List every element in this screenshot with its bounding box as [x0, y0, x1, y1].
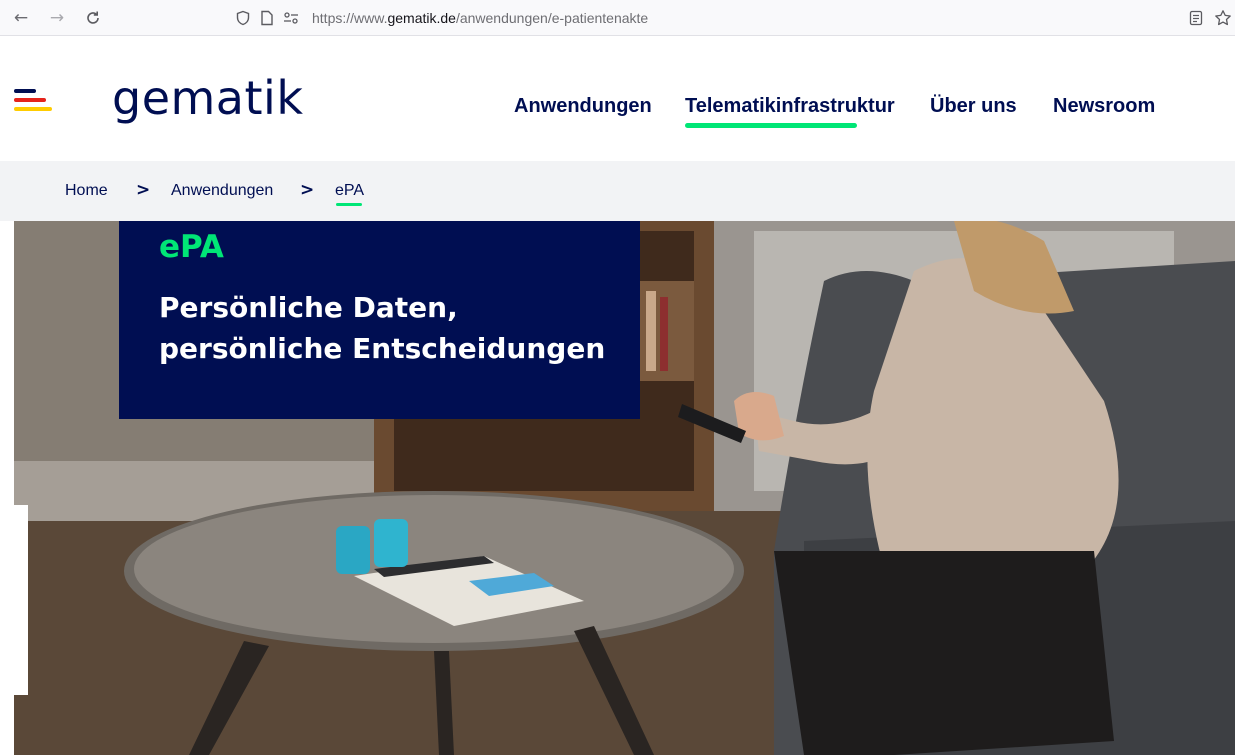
page-title-line-1: Persönliche Daten,: [159, 291, 458, 324]
nav-item-telematikinfrastruktur[interactable]: Telematikinfrastruktur: [685, 95, 895, 118]
breadcrumb-anwendungen[interactable]: Anwendungen: [171, 182, 273, 200]
nav-active-indicator: [685, 123, 857, 128]
chevron-right-icon: >: [136, 180, 151, 200]
breadcrumb: Home > Anwendungen > ePA: [0, 161, 1235, 221]
page-icon[interactable]: [256, 7, 278, 29]
reload-icon[interactable]: [80, 5, 106, 31]
url-domain: gematik.de: [387, 10, 456, 26]
nav-item-anwendungen[interactable]: Anwendungen: [514, 95, 652, 118]
nav-item-newsroom[interactable]: Newsroom: [1053, 95, 1155, 118]
breadcrumb-current: ePA: [335, 182, 365, 199]
breadcrumb-active-indicator: [336, 203, 362, 206]
address-bar[interactable]: https://www.gematik.de/anwendungen/e-pat…: [232, 3, 1232, 33]
hero-title-box: ePA Persönliche Daten, persönliche Entsc…: [119, 221, 640, 419]
bookmark-star-icon[interactable]: [1210, 5, 1235, 31]
reader-view-icon[interactable]: [1183, 5, 1209, 31]
hero-kicker: ePA: [159, 229, 224, 265]
site-header: gematik Anwendungen Telematikinfrastrukt…: [0, 37, 1235, 161]
permissions-icon[interactable]: [280, 7, 302, 29]
forward-arrow-icon[interactable]: →: [44, 5, 70, 31]
browser-toolbar: ← → https://www.gematik.de/anwendungen/e…: [0, 0, 1235, 36]
chevron-right-icon: >: [300, 180, 315, 200]
page-title: Persönliche Daten, persönliche Entscheid…: [159, 287, 629, 369]
nav-item-ueber-uns[interactable]: Über uns: [930, 95, 1017, 118]
breadcrumb-home[interactable]: Home: [65, 182, 108, 200]
back-arrow-icon[interactable]: ←: [8, 5, 34, 31]
main-navigation: Anwendungen Telematikinfrastruktur Über …: [0, 37, 1235, 161]
shield-icon[interactable]: [232, 7, 254, 29]
left-edge-panel: [0, 505, 28, 695]
url-path: /anwendungen/e-patientenakte: [455, 10, 649, 26]
page-title-line-2: persönliche Entscheidungen: [159, 332, 606, 365]
url-prefix: https://www.: [312, 10, 388, 26]
url-text[interactable]: https://www.gematik.de/anwendungen/e-pat…: [312, 10, 648, 26]
